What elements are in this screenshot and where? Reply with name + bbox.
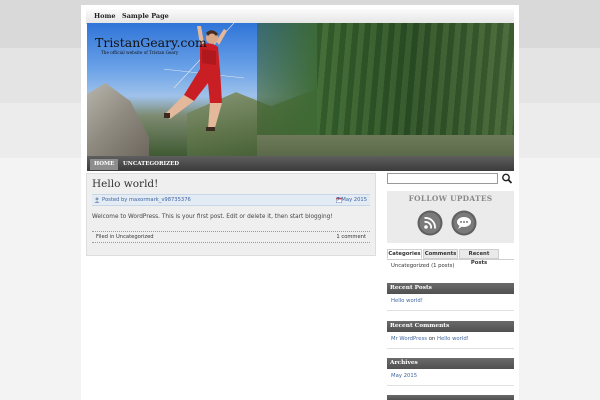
follow-updates-widget: FOLLOW UPDATES (387, 191, 514, 243)
post-body: Welcome to WordPress. This is your first… (92, 214, 333, 220)
tab-recent-posts[interactable]: Recent Posts (459, 249, 499, 266)
chat-bubble-icon[interactable] (451, 210, 477, 236)
nav-link-home[interactable]: Home (94, 12, 116, 20)
post-date: 7 May 2015 (336, 197, 367, 203)
recent-comment-item: Mr WordPress on Hello world! (391, 336, 469, 342)
comment-author-link[interactable]: Mr WordPress (391, 336, 427, 342)
widget-divider (387, 310, 514, 311)
top-page-nav: Home Sample Page (86, 9, 514, 24)
archives-heading: Archives (387, 358, 514, 369)
next-widget-heading (387, 395, 514, 400)
post-author[interactable]: Posted by maxormark_v98735376 (102, 197, 191, 203)
comment-post-link[interactable]: Hello world! (437, 336, 469, 342)
post-comments-link[interactable]: 1 comment (336, 234, 366, 240)
recent-posts-heading: Recent Posts (387, 283, 514, 294)
post: Hello world! Posted by maxormark_v987353… (86, 173, 376, 256)
site-wrapper: Home Sample Page TristanGeary.com The of… (81, 5, 519, 400)
tab-comments[interactable]: Comments (423, 249, 458, 259)
nav-link-sample-page[interactable]: Sample Page (122, 12, 169, 20)
widget-divider (387, 348, 514, 349)
category-nav-home[interactable]: HOME (90, 159, 119, 170)
search-icon[interactable] (501, 173, 513, 184)
recent-comments-heading: Recent Comments (387, 321, 514, 332)
search-input[interactable] (387, 173, 498, 184)
site-description: The official website of Tristan Geary (101, 50, 179, 55)
site-header: TristanGeary.com The official website of… (87, 23, 514, 156)
widget-divider (387, 385, 514, 386)
author-icon (94, 197, 100, 203)
tabs-divider (387, 259, 514, 260)
follow-updates-title: FOLLOW UPDATES (408, 194, 493, 203)
tab-categories[interactable]: Categories (387, 249, 422, 259)
comment-on-text: on (428, 336, 436, 342)
header-ground (257, 135, 514, 156)
category-nav: HOME UNCATEGORIZED (87, 156, 514, 171)
header-rock (87, 83, 149, 156)
rss-icon[interactable] (417, 210, 443, 236)
archive-link[interactable]: May 2015 (391, 373, 417, 379)
post-title[interactable]: Hello world! (92, 178, 158, 190)
category-nav-uncategorized[interactable]: UNCATEGORIZED (123, 159, 179, 170)
post-meta: Posted by maxormark_v98735376 7 May 2015 (92, 194, 370, 206)
post-category-link[interactable]: Filed in Uncategorized (96, 234, 154, 240)
site-title[interactable]: TristanGeary.com (95, 35, 207, 50)
category-item-uncategorized[interactable]: Uncategorized (1 posts) (391, 263, 454, 269)
recent-post-link[interactable]: Hello world! (391, 298, 423, 304)
post-footer: Filed in Uncategorized 1 comment (92, 231, 370, 243)
